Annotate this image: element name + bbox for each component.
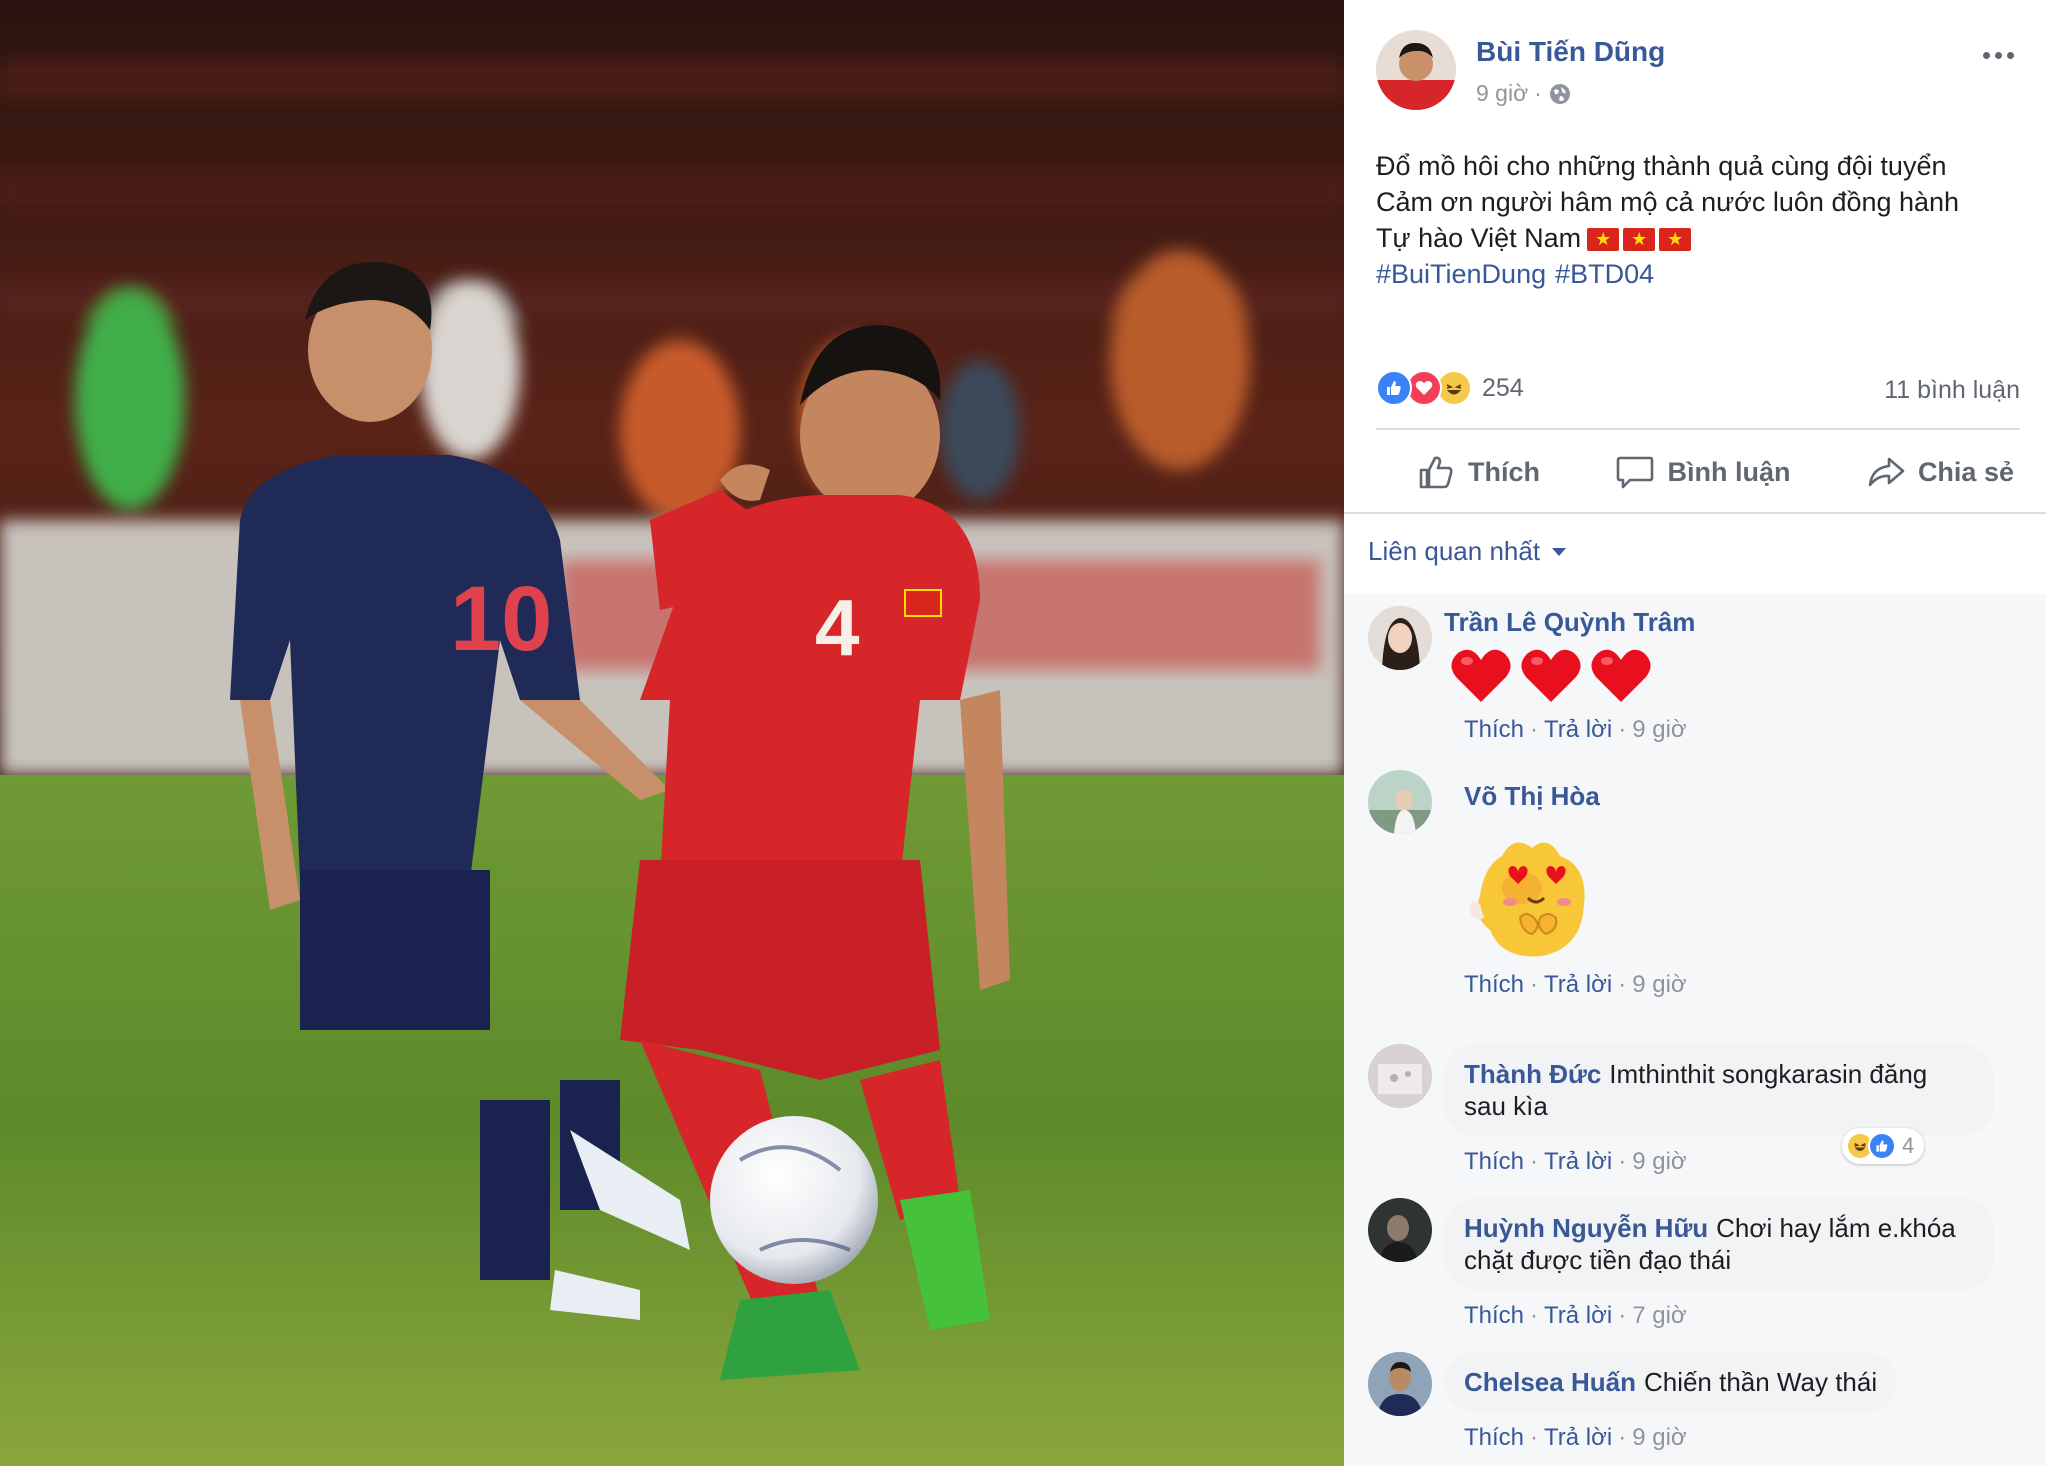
comment-reply-link[interactable]: Trả lời [1544,971,1612,998]
sticker-image[interactable] [1462,826,1602,966]
comment-like-link[interactable]: Thích [1464,1148,1524,1175]
heart-emojis [1450,646,1703,704]
commenter-avatar[interactable] [1368,1198,1432,1262]
reaction-icons[interactable] [1376,370,1486,406]
comment-reactions[interactable]: 4 [1842,1128,1925,1164]
comment-actions: Thích · Trả lời · 9 giờ [1464,971,1687,998]
comment-like-link[interactable]: Thích [1464,716,1524,743]
post-line-3: Tự hào Việt Nam [1376,220,2016,256]
comment-text: chặt được tiền đạo thái [1464,1245,1732,1275]
comment-bubble: Huỳnh Nguyễn Hữu Chơi hay lắm e.khóa chặt … [1444,1198,1994,1290]
post-actions: Thích Bình luận Chia sẻ [1376,440,2020,504]
commenter-avatar[interactable] [1368,1352,1432,1416]
post-line-2: Cảm ơn người hâm mộ cả nước luôn đồng hà… [1376,187,1960,217]
comment-actions: Thích · Trả lời · 7 giờ [1464,1302,1687,1329]
comment-like-link[interactable]: Thích [1464,1424,1524,1451]
comment-time[interactable]: 9 giờ [1632,971,1686,998]
post-line-1: Đổ mồ hôi cho những thành quả cùng đội t… [1376,151,1947,181]
comment-text: sau kìa [1464,1091,1548,1121]
comment-body: Võ Thị Hòa Thích · Trả lời · 9 giờ [1444,770,1687,999]
heart-emoji-icon [1521,649,1581,702]
comment-time[interactable]: 9 giờ [1632,716,1686,743]
author-avatar[interactable] [1376,30,1456,110]
jersey-number-vietnam: 4 [815,583,860,672]
post-photo[interactable]: 10 4 [0,0,1344,1466]
heart-emoji-icon [1591,649,1651,702]
comment-reply-link[interactable]: Trả lời [1544,716,1612,743]
commenter-avatar[interactable] [1368,770,1432,834]
reactions-summary: 254 11 bình luận [1376,368,2020,408]
post-panel: Bùi Tiến Dũng 9 giờ · Đổ mồ hôi cho nhữn… [1344,0,2046,1466]
post-meta: 9 giờ · [1476,80,1572,107]
comment-reaction-count: 4 [1902,1133,1915,1158]
vietnam-flag-emojis [1587,227,1692,252]
comment-actions: Thích · Trả lời · 9 giờ [1464,1424,1687,1451]
comment-like-link[interactable]: Thích [1464,1302,1524,1329]
comment-text: Chiến thần Way thái [1643,1367,1878,1397]
comment-body: Chelsea Huấn Chiến thần Way thái Thích · Tr… [1444,1352,1898,1452]
caret-down-icon [1552,547,1567,556]
comment-time[interactable]: 9 giờ [1632,1424,1686,1451]
jersey-number-thai: 10 [450,568,552,670]
comment-sort-dropdown[interactable]: Liên quan nhất [1368,536,1567,567]
comment-body: Huỳnh Nguyễn Hữu Chơi hay lắm e.khóa chặt … [1444,1198,1994,1330]
comment-bubble: Thành Đức Imthinthit songkarasin đăng sau … [1444,1044,1994,1136]
commenter-name[interactable]: Huỳnh Nguyễn Hữu [1464,1213,1708,1243]
comment-like-link[interactable]: Thích [1464,971,1524,998]
commenter-avatar[interactable] [1368,1044,1432,1108]
hashtag-link[interactable]: #BuiTienDung [1376,256,1546,292]
share-button[interactable]: Chia sẻ [1866,452,2014,492]
post-header: Bùi Tiến Dũng 9 giờ · [1376,30,2016,110]
like-icon [1868,1132,1896,1160]
share-button-label: Chia sẻ [1917,456,2014,487]
comment-reply-link[interactable]: Trả lời [1544,1148,1612,1175]
comment-count[interactable]: 11 bình luận [1884,376,2020,405]
ball [710,1116,878,1284]
vietnam-flag-icon [1623,227,1656,252]
comment-reply-link[interactable]: Trả lời [1544,1302,1612,1329]
comment-text: Imthinthit songkarasin đăng [1609,1059,1928,1089]
vietnam-flag-icon [1659,227,1692,252]
sort-label: Liên quan nhất [1368,536,1541,566]
football-match-image: 10 4 [0,0,1344,1466]
comment-button-label: Bình luận [1667,456,1791,487]
heart-emoji-icon [1451,649,1511,702]
comment-time[interactable]: 7 giờ [1632,1302,1686,1329]
commenter-avatar[interactable] [1368,606,1432,670]
divider [1376,428,2020,430]
comment-bubble: Võ Thị Hòa [1444,770,1608,812]
commenter-name[interactable]: Võ Thị Hòa [1464,781,1600,811]
author-name[interactable]: Bùi Tiến Dũng [1476,36,1665,68]
post-line-3-text: Tự hào Việt Nam [1376,223,1582,253]
hashtags: #BuiTienDung #BTD04 [1376,256,2016,292]
comment-text: Chơi hay lắm e.khóa [1716,1213,1956,1243]
comment-bubble: Trần Lê Quỳnh Trâm [1444,606,1703,638]
vietnam-flag-icon [1587,227,1620,252]
commenter-name[interactable]: Chelsea Huấn [1464,1367,1636,1397]
meta-separator: · [1534,80,1542,106]
commenter-name[interactable]: Trần Lê Quỳnh Trâm [1444,607,1695,637]
reaction-count[interactable]: 254 [1482,374,1524,403]
comment-reply-link[interactable]: Trả lời [1544,1424,1612,1451]
comments-list: Trần Lê Quỳnh Trâm Thích · Trả lời · 9 giờ V [1344,594,2046,1466]
globe-icon[interactable] [1548,82,1572,106]
hashtag-link[interactable]: #BTD04 [1555,256,1654,292]
comment-button[interactable]: Bình luận [1615,452,1790,492]
divider [1344,512,2046,514]
thumbs-up-icon [1419,456,1453,489]
comment-time[interactable]: 9 giờ [1632,1148,1686,1175]
post-text: Đổ mồ hôi cho những thành quả cùng đội t… [1376,148,2016,292]
comment-bubble: Chelsea Huấn Chiến thần Way thái [1444,1352,1898,1412]
post-time[interactable]: 9 giờ [1476,80,1528,107]
comment-actions: Thích · Trả lời · 9 giờ [1464,716,1687,743]
like-button-label: Thích [1468,456,1540,487]
like-button[interactable]: Thích [1416,452,1540,492]
share-icon [1868,457,1905,487]
commenter-name[interactable]: Thành Đức [1464,1059,1601,1089]
like-icon [1376,370,1412,406]
more-options-icon[interactable] [1976,40,2020,70]
comment-icon [1617,456,1654,489]
comment-body: Trần Lê Quỳnh Trâm Thích · Trả lời · 9 giờ [1444,606,1703,744]
